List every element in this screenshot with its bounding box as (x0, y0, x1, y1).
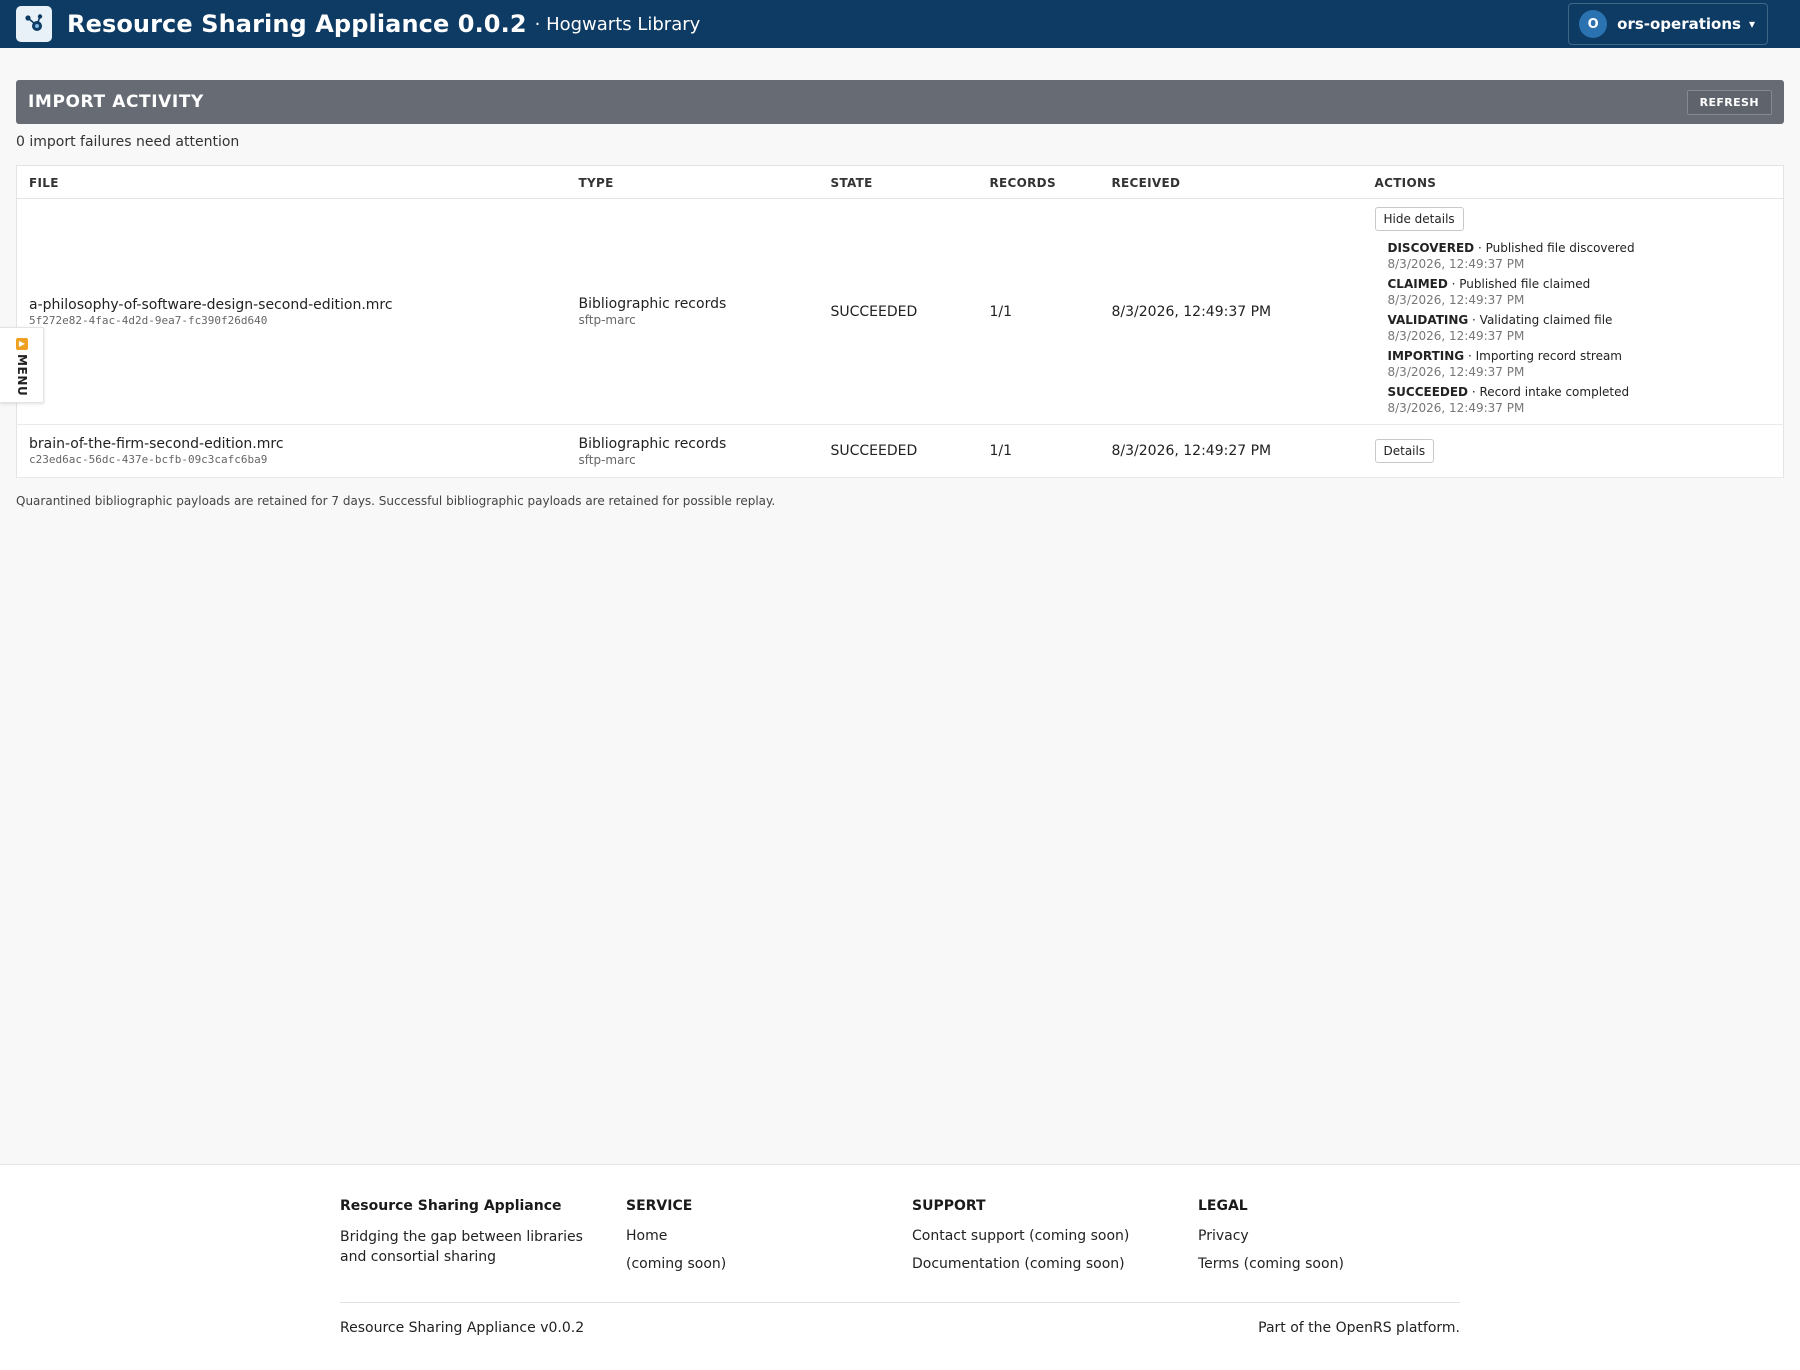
details-button[interactable]: Details (1374, 439, 1435, 463)
event-list: DISCOVERED · Published file discovered 8… (1388, 240, 1772, 416)
record-type: Bibliographic records (578, 435, 727, 452)
record-source: sftp-marc (578, 313, 636, 327)
event-status: VALIDATING (1387, 313, 1469, 327)
records-cell: 1/1 (977, 198, 1100, 425)
event-message: · Published file claimed (1447, 277, 1591, 291)
records-cell: 1/1 (977, 424, 1100, 478)
footer: Resource Sharing Appliance Bridging the … (0, 1164, 1800, 1370)
event-status: DISCOVERED (1387, 241, 1475, 255)
footer-platform: Part of the OpenRS platform. (1258, 1320, 1460, 1336)
received-cell: 8/3/2026, 12:49:37 PM (1099, 198, 1363, 425)
column-header-file: FILE (16, 165, 567, 199)
type-cell: Bibliographic records sftp-marc (566, 198, 819, 425)
list-item: SUCCEEDED · Record intake completed 8/3/… (1388, 384, 1772, 416)
event-time: 8/3/2026, 12:49:37 PM (1387, 329, 1525, 343)
user-menu-button[interactable]: O ors-operations ▾ (1568, 3, 1768, 45)
event-message: · Published file discovered (1474, 241, 1635, 255)
footer-support: SUPPORT Contact support (coming soon) Do… (912, 1198, 1182, 1283)
import-activity-table: FILE TYPE STATE RECORDS RECEIVED ACTIONS… (16, 165, 1784, 478)
side-menu-toggle[interactable]: ▶ MENU (0, 327, 44, 403)
file-name: brain-of-the-firm-second-edition.mrc (29, 436, 284, 452)
footer-link-privacy[interactable]: Privacy (1198, 1227, 1468, 1246)
footer-brand: Resource Sharing Appliance Bridging the … (340, 1198, 610, 1267)
footer-link-home[interactable]: Home (626, 1227, 896, 1246)
actions-cell: Hide details DISCOVERED · Published file… (1362, 198, 1784, 425)
footer-link-coming-soon[interactable]: (coming soon) (626, 1255, 896, 1274)
footer-bottom: Resource Sharing Appliance v0.0.2 Part o… (340, 1302, 1460, 1336)
list-item: VALIDATING · Validating claimed file 8/3… (1388, 312, 1772, 344)
event-message: · Validating claimed file (1468, 313, 1613, 327)
panel-header: IMPORT ACTIVITY REFRESH (16, 80, 1784, 124)
app-title: Resource Sharing Appliance 0.0.2 (67, 10, 527, 38)
file-cell: brain-of-the-firm-second-edition.mrc c23… (16, 424, 567, 478)
file-id: c23ed6ac-56dc-437e-bcfb-09c3cafc6ba9 (29, 453, 268, 466)
footer-version: Resource Sharing Appliance v0.0.2 (340, 1320, 585, 1336)
list-item: CLAIMED · Published file claimed 8/3/202… (1388, 276, 1772, 308)
footer-tagline: Bridging the gap between libraries and c… (340, 1229, 583, 1265)
column-header-actions: ACTIONS (1362, 165, 1784, 199)
footer-legal-heading: LEGAL (1198, 1198, 1248, 1214)
refresh-button[interactable]: REFRESH (1686, 89, 1772, 115)
table-header-row: FILE TYPE STATE RECORDS RECEIVED ACTIONS (16, 165, 1784, 199)
column-header-type: TYPE (566, 165, 819, 199)
event-status: SUCCEEDED (1387, 385, 1469, 399)
list-item: DISCOVERED · Published file discovered 8… (1388, 240, 1772, 272)
page-title: IMPORT ACTIVITY (28, 92, 204, 112)
footer-brand-title: Resource Sharing Appliance (340, 1198, 562, 1214)
side-menu-label: MENU (15, 354, 29, 397)
received-cell: 8/3/2026, 12:49:27 PM (1099, 424, 1363, 478)
footer-link-documentation[interactable]: Documentation (coming soon) (912, 1255, 1182, 1274)
failures-notice: 0 import failures need attention (16, 134, 240, 150)
footer-link-contact-support[interactable]: Contact support (coming soon) (912, 1227, 1182, 1246)
main-content: IMPORT ACTIVITY REFRESH 0 import failure… (0, 48, 1800, 508)
footer-service: SERVICE Home (coming soon) (626, 1198, 896, 1283)
column-header-received: RECEIVED (1099, 165, 1363, 199)
user-name: ors-operations (1617, 15, 1741, 33)
state-cell: SUCCEEDED (818, 424, 978, 478)
column-header-state: STATE (818, 165, 978, 199)
file-id: 5f272e82-4fac-4d2d-9ea7-fc390f26d640 (29, 313, 268, 327)
record-source: sftp-marc (578, 452, 636, 467)
actions-cell: Details (1362, 424, 1784, 478)
footer-support-heading: SUPPORT (912, 1198, 986, 1214)
list-item: IMPORTING · Importing record stream 8/3/… (1388, 348, 1772, 380)
record-type: Bibliographic records (578, 296, 727, 312)
event-time: 8/3/2026, 12:49:37 PM (1387, 401, 1525, 415)
table-row: brain-of-the-firm-second-edition.mrc c23… (16, 424, 1784, 478)
event-message: · Importing record stream (1464, 349, 1622, 363)
avatar: O (1579, 10, 1608, 38)
column-header-records: RECORDS (977, 165, 1100, 199)
event-time: 8/3/2026, 12:49:37 PM (1387, 365, 1525, 379)
chevron-down-icon: ▾ (1748, 17, 1755, 31)
hide-details-button[interactable]: Hide details (1374, 207, 1464, 231)
state-cell: SUCCEEDED (818, 198, 978, 425)
event-status: IMPORTING (1387, 349, 1465, 363)
event-message: · Record intake completed (1468, 385, 1630, 399)
footer-service-heading: SERVICE (626, 1198, 693, 1214)
footer-legal: LEGAL Privacy Terms (coming soon) (1198, 1198, 1468, 1283)
app-logo-icon[interactable] (16, 6, 52, 42)
table-row: a-philosophy-of-software-design-second-e… (16, 198, 1784, 425)
top-bar: Resource Sharing Appliance 0.0.2 · Hogwa… (0, 0, 1800, 48)
file-name: a-philosophy-of-software-design-second-e… (29, 296, 393, 313)
retention-note: Quarantined bibliographic payloads are r… (16, 494, 776, 508)
event-status: CLAIMED (1387, 277, 1448, 291)
event-time: 8/3/2026, 12:49:37 PM (1387, 293, 1525, 307)
footer-link-terms[interactable]: Terms (coming soon) (1198, 1255, 1468, 1274)
event-time: 8/3/2026, 12:49:37 PM (1387, 257, 1525, 271)
file-cell: a-philosophy-of-software-design-second-e… (16, 198, 567, 425)
type-cell: Bibliographic records sftp-marc (566, 424, 819, 478)
library-name: · Hogwarts Library (534, 13, 701, 35)
play-icon: ▶ (16, 338, 28, 350)
